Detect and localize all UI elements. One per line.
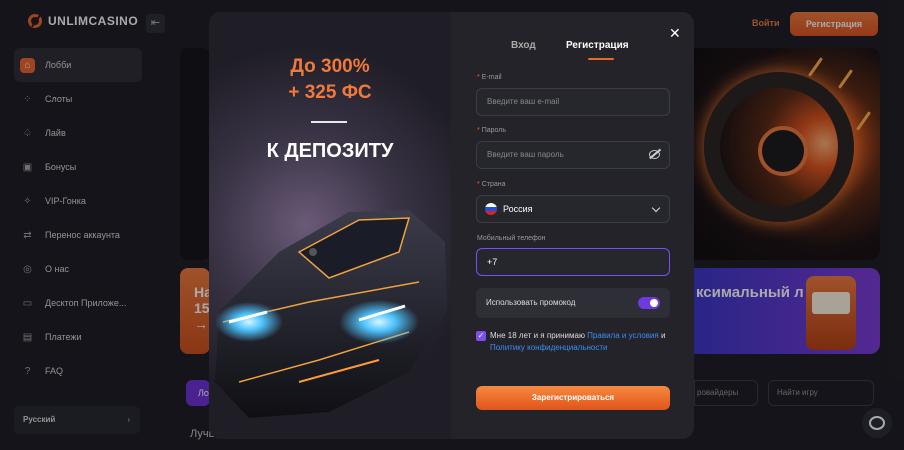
promo-code-toggle[interactable] (638, 297, 660, 309)
chevron-down-icon (651, 203, 661, 213)
country-select[interactable]: Россия (476, 195, 670, 223)
phone-label: Мобильный телефон (477, 235, 546, 242)
agreement-checkbox[interactable]: ✓ (476, 331, 486, 341)
registration-modal: До 300% + 325 ФС К ДЕПОЗИТУ Вход Регистр… (209, 12, 694, 439)
active-tab-indicator (588, 58, 614, 60)
country-label: * Страна (477, 181, 506, 188)
submit-register-button[interactable]: Зарегистрироваться (476, 386, 670, 410)
email-label: * E-mail (477, 74, 502, 81)
eye-slash-icon[interactable] (649, 150, 660, 159)
sports-car-image (215, 210, 447, 418)
promo-divider (311, 121, 347, 123)
terms-link[interactable]: Правила и условия (587, 331, 659, 340)
tab-register[interactable]: Регистрация (566, 40, 629, 51)
close-icon[interactable]: ✕ (669, 25, 681, 42)
promo-code-label: Использовать промокод (486, 298, 576, 307)
password-field[interactable]: Введите ваш пароль (476, 141, 670, 169)
password-placeholder: Введите ваш пароль (487, 150, 564, 159)
promo-free-spins: + 325 ФС (288, 82, 372, 103)
phone-field[interactable]: +7 (476, 248, 670, 276)
country-value: Россия (503, 204, 533, 214)
promo-bonus-percent: До 300% (290, 56, 370, 77)
promo-deposit-label: К ДЕПОЗИТУ (266, 140, 394, 162)
password-label: * Пароль (477, 127, 507, 134)
russia-flag-icon (485, 203, 497, 215)
phone-value: +7 (487, 257, 498, 267)
agreement-row: ✓ Мне 18 лет и я принимаю Правила и усло… (476, 330, 670, 354)
email-placeholder: Введите ваш e-mail (487, 97, 560, 106)
form-panel: Вход Регистрация ✕ * E-mail Введите ваш e… (451, 12, 694, 439)
agreement-conj: и (658, 331, 666, 340)
tab-login[interactable]: Вход (511, 40, 536, 51)
email-field[interactable]: Введите ваш e-mail (476, 88, 670, 116)
promo-panel: До 300% + 325 ФС К ДЕПОЗИТУ (209, 12, 451, 439)
agreement-text: Мне 18 лет и я принимаю (490, 331, 588, 340)
promo-code-toggle-row[interactable]: Использовать промокод (476, 288, 670, 318)
privacy-link[interactable]: Политику конфиденциальности (490, 343, 607, 352)
